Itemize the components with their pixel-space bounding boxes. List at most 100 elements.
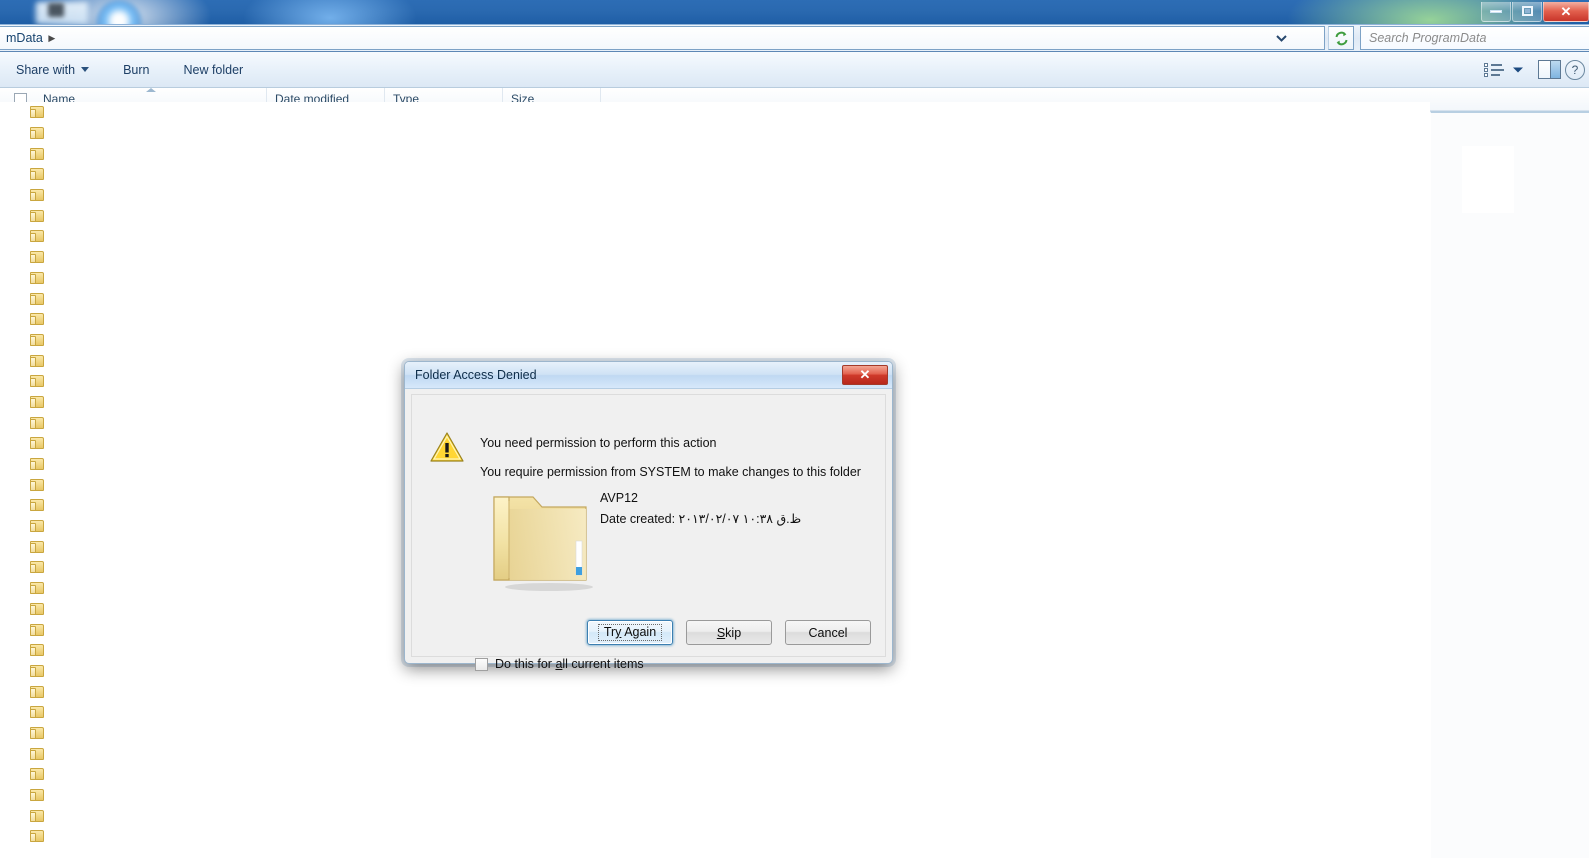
burn-button[interactable]: Burn <box>113 59 159 81</box>
file-name-cell[interactable] <box>0 458 275 471</box>
file-name-cell[interactable] <box>0 706 275 719</box>
table-row[interactable] <box>0 123 1430 144</box>
file-name-cell[interactable] <box>0 644 275 657</box>
file-name-cell[interactable] <box>0 478 275 491</box>
file-name-cell[interactable] <box>0 685 275 698</box>
file-name-cell[interactable] <box>0 561 275 574</box>
table-row[interactable] <box>0 764 1430 785</box>
folder-icon <box>30 582 44 595</box>
table-row[interactable] <box>0 164 1430 185</box>
preview-pane-icon[interactable] <box>1538 60 1561 79</box>
dialog-title: Folder Access Denied <box>415 368 537 382</box>
try-again-button[interactable]: Try Again <box>587 620 673 645</box>
file-name-cell[interactable] <box>0 313 275 326</box>
table-row[interactable] <box>0 288 1430 309</box>
file-name-cell[interactable] <box>0 147 275 160</box>
folder-icon <box>30 706 44 719</box>
file-name-cell[interactable] <box>0 664 275 677</box>
table-row[interactable] <box>0 226 1430 247</box>
breadcrumb-chevron-icon[interactable]: ▶ <box>45 33 59 44</box>
folder-icon <box>30 499 44 512</box>
file-name-cell[interactable] <box>0 354 275 367</box>
file-name-cell[interactable] <box>0 271 275 284</box>
new-folder-button[interactable]: New folder <box>173 59 253 81</box>
file-name-cell[interactable] <box>0 168 275 181</box>
breadcrumb-programdata[interactable]: mData <box>0 31 45 45</box>
table-row[interactable] <box>0 702 1430 723</box>
table-row[interactable] <box>0 681 1430 702</box>
button-label: Skip <box>716 625 742 640</box>
file-name-cell[interactable] <box>0 499 275 512</box>
refresh-button[interactable] <box>1328 26 1354 50</box>
file-name-cell[interactable] <box>0 520 275 533</box>
skip-button[interactable]: Skip <box>686 620 772 645</box>
folder-icon <box>30 147 44 160</box>
file-name-cell[interactable] <box>0 602 275 615</box>
view-dropdown-button[interactable] <box>1508 61 1534 79</box>
table-row[interactable] <box>0 785 1430 806</box>
file-name-cell[interactable] <box>0 189 275 202</box>
file-name-cell[interactable] <box>0 726 275 739</box>
burn-label: Burn <box>123 62 150 77</box>
share-with-label: Share with <box>16 62 76 77</box>
folder-icon <box>30 789 44 802</box>
dialog-item-name: AVP12 <box>600 491 638 505</box>
file-name-cell[interactable] <box>0 582 275 595</box>
file-name-cell[interactable] <box>0 127 275 140</box>
file-name-cell[interactable] <box>0 333 275 346</box>
file-name-cell[interactable] <box>0 230 275 243</box>
search-placeholder: Search ProgramData <box>1369 31 1487 45</box>
close-icon: ✕ <box>1560 3 1572 19</box>
table-row[interactable] <box>0 723 1430 744</box>
file-name-cell[interactable] <box>0 106 275 119</box>
folder-icon <box>30 809 44 822</box>
table-row[interactable] <box>0 268 1430 289</box>
folder-icon <box>30 685 44 698</box>
table-row[interactable] <box>0 805 1430 826</box>
file-name-cell[interactable] <box>0 437 275 450</box>
file-name-cell[interactable] <box>0 747 275 760</box>
dialog-close-button[interactable]: ✕ <box>842 365 888 385</box>
window-controls: ✕ <box>1480 1 1589 22</box>
file-name-cell[interactable] <box>0 416 275 429</box>
file-name-cell[interactable] <box>0 251 275 264</box>
search-box[interactable]: Search ProgramData <box>1360 26 1589 50</box>
file-name-cell[interactable] <box>0 209 275 222</box>
help-icon[interactable]: ? <box>1565 59 1585 80</box>
share-with-button[interactable]: Share with <box>6 59 99 81</box>
folder-icon <box>30 209 44 222</box>
table-row[interactable] <box>0 743 1430 764</box>
address-bar[interactable]: mData ▶ <box>0 26 1325 50</box>
file-name-cell[interactable] <box>0 789 275 802</box>
folder-icon <box>30 768 44 781</box>
close-button[interactable]: ✕ <box>1543 1 1589 22</box>
file-name-cell[interactable] <box>0 540 275 553</box>
folder-icon <box>30 478 44 491</box>
explorer-window: ✕ mData ▶ Search ProgramData Share with <box>0 0 1589 858</box>
chevron-down-icon <box>1513 67 1523 72</box>
file-name-cell[interactable] <box>0 375 275 388</box>
file-name-cell[interactable] <box>0 623 275 636</box>
folder-access-denied-dialog: Folder Access Denied ✕ You need permissi… <box>404 361 893 671</box>
table-row[interactable] <box>0 330 1430 351</box>
do-this-for-all-checkbox[interactable] <box>475 657 488 671</box>
table-row[interactable] <box>0 309 1430 330</box>
file-name-cell[interactable] <box>0 395 275 408</box>
folder-icon <box>30 664 44 677</box>
minimize-button[interactable] <box>1481 1 1511 22</box>
file-name-cell[interactable] <box>0 292 275 305</box>
file-name-cell[interactable] <box>0 830 275 843</box>
table-row[interactable] <box>0 102 1430 123</box>
restore-button[interactable] <box>1512 1 1542 22</box>
do-this-for-all-row[interactable]: Do this for all current items <box>475 657 644 671</box>
table-row[interactable] <box>0 247 1430 268</box>
table-row[interactable] <box>0 826 1430 847</box>
table-row[interactable] <box>0 185 1430 206</box>
cancel-button[interactable]: Cancel <box>785 620 871 645</box>
file-name-cell[interactable] <box>0 809 275 822</box>
table-row[interactable] <box>0 205 1430 226</box>
table-row[interactable] <box>0 143 1430 164</box>
list-view-icon[interactable] <box>1484 62 1504 78</box>
file-name-cell[interactable] <box>0 768 275 781</box>
address-dropdown-button[interactable] <box>1270 27 1292 49</box>
